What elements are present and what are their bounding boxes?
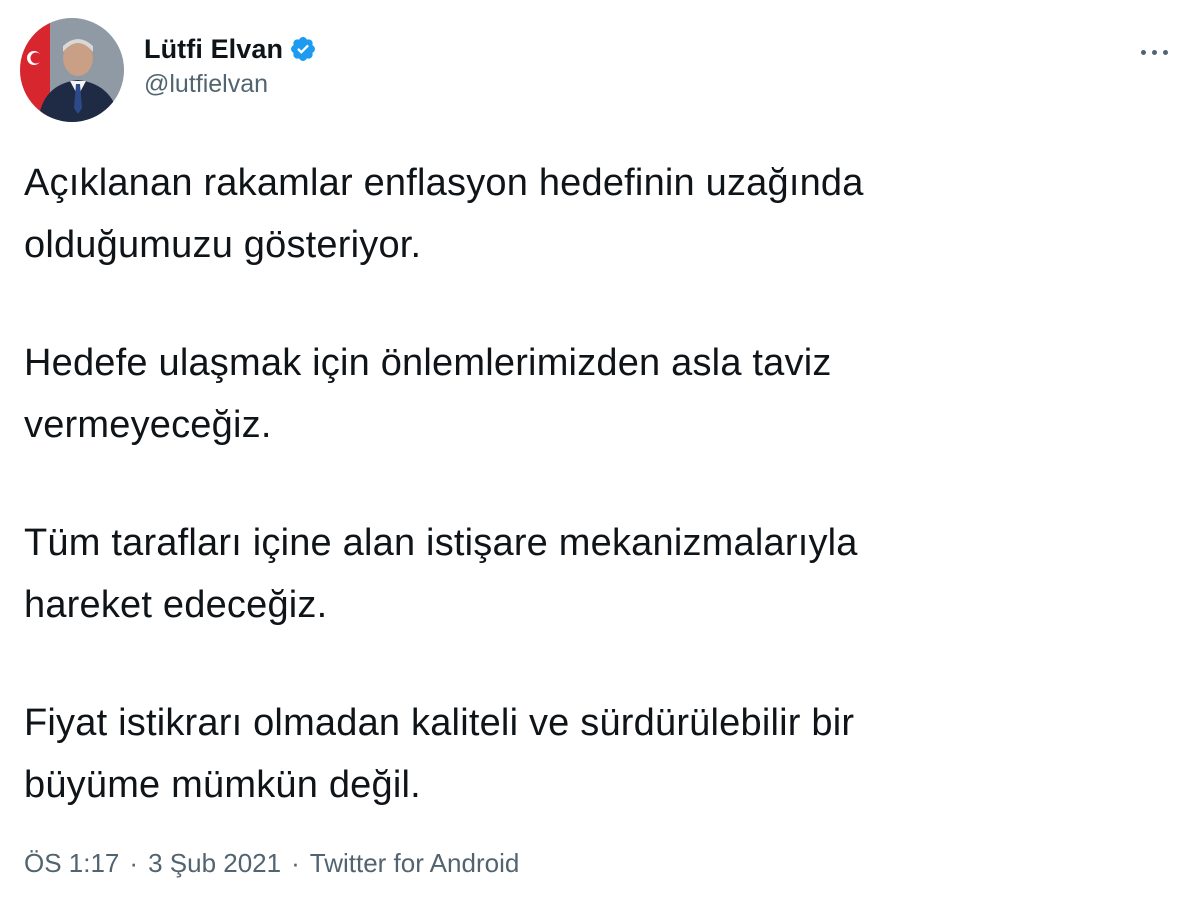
avatar[interactable] <box>20 18 124 122</box>
meta-separator: · <box>291 848 300 878</box>
tweet-source[interactable]: Twitter for Android <box>310 848 520 879</box>
tweet-paragraph: Hedefe ulaşmak için önlemlerimizden asla… <box>24 342 832 446</box>
tweet-meta: ÖS 1:17 · 3 Şub 2021 · Twitter for Andro… <box>24 848 519 879</box>
tweet-header: Lütfi Elvan @lutfielvan <box>20 18 1180 122</box>
more-horizontal-icon[interactable] <box>1132 40 1176 64</box>
more-dot <box>1140 49 1146 55</box>
name-row: Lütfi Elvan <box>144 32 317 66</box>
tweet-text: Açıklanan rakamlar enflasyon hedefinin u… <box>24 152 1164 816</box>
more-dot <box>1151 49 1157 55</box>
author-identity: Lütfi Elvan @lutfielvan <box>144 32 317 99</box>
tweet-paragraph: Açıklanan rakamlar enflasyon hedefinin u… <box>24 162 864 266</box>
avatar-photo <box>20 18 124 122</box>
meta-separator: · <box>129 848 139 878</box>
tweet-time[interactable]: ÖS 1:17 <box>24 848 119 879</box>
author-handle[interactable]: @lutfielvan <box>144 70 317 99</box>
verified-badge-icon <box>291 37 316 61</box>
tweet-paragraph: Fiyat istikrarı olmadan kaliteli ve sürd… <box>24 702 855 806</box>
more-dot <box>1162 49 1168 55</box>
author-display-name[interactable]: Lütfi Elvan <box>144 34 283 65</box>
tweet-card: Lütfi Elvan @lutfielvan Açıklanan rakaml… <box>0 0 1200 898</box>
tweet-paragraph: Tüm tarafları içine alan istişare mekani… <box>24 522 858 626</box>
tweet-date[interactable]: 3 Şub 2021 <box>148 848 281 879</box>
